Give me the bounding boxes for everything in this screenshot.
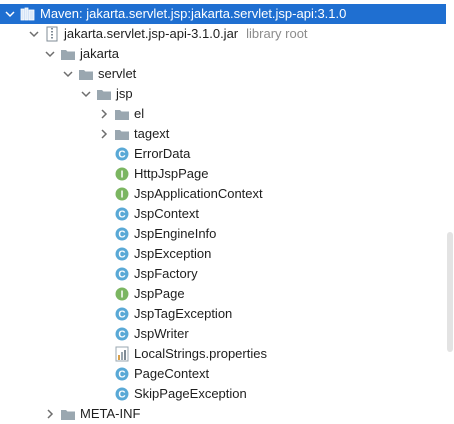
tree-node-package[interactable]: jsp — [0, 84, 454, 104]
class-icon: C — [114, 306, 130, 322]
collapse-arrow-icon[interactable] — [98, 124, 110, 144]
svg-text:C: C — [118, 270, 125, 281]
tree-node-class[interactable]: C JspTagException — [0, 304, 454, 324]
package-label: jakarta — [80, 46, 120, 61]
tree-node-class[interactable]: C JspEngineInfo — [0, 224, 454, 244]
svg-text:C: C — [118, 310, 125, 321]
tree-node-interface[interactable]: I JspApplicationContext — [0, 184, 454, 204]
svg-text:C: C — [118, 230, 125, 241]
interface-icon: I — [114, 286, 130, 302]
package-folder-icon — [78, 66, 94, 82]
svg-text:C: C — [118, 330, 125, 341]
svg-text:C: C — [118, 150, 125, 161]
tree-item-label: ErrorData — [134, 146, 191, 161]
folder-icon — [60, 406, 76, 422]
tree-node-interface[interactable]: I HttpJspPage — [0, 164, 454, 184]
package-label: servlet — [98, 66, 137, 81]
library-icon — [20, 6, 36, 22]
class-icon: C — [114, 246, 130, 262]
tree-item-label: PageContext — [134, 366, 210, 381]
tree-node-package[interactable]: jakarta — [0, 44, 454, 64]
package-folder-icon — [96, 86, 112, 102]
package-folder-icon — [114, 106, 130, 122]
tree-item-label: JspException — [134, 246, 212, 261]
tree-node-class[interactable]: C ErrorData — [0, 144, 454, 164]
class-icon: C — [114, 206, 130, 222]
svg-text:I: I — [121, 190, 124, 201]
tree-node-class[interactable]: C JspWriter — [0, 324, 454, 344]
jar-label: jakarta.servlet.jsp-api-3.1.0.jar — [64, 26, 239, 41]
class-icon: C — [114, 366, 130, 382]
tree-node-maven-library[interactable]: Maven: jakarta.servlet.jsp:jakarta.servl… — [0, 4, 450, 24]
tree-node-package[interactable]: tagext — [0, 124, 454, 144]
tree-node-package[interactable]: el — [0, 104, 454, 124]
tree-node-interface[interactable]: I JspPage — [0, 284, 454, 304]
tree-item-label: JspWriter — [134, 326, 189, 341]
tree-item-label: JspContext — [134, 206, 200, 221]
package-label: jsp — [116, 86, 133, 101]
tree-node-class[interactable]: C JspContext — [0, 204, 454, 224]
library-label: Maven: jakarta.servlet.jsp:jakarta.servl… — [40, 6, 347, 21]
svg-text:C: C — [118, 370, 125, 381]
expand-arrow-icon[interactable] — [62, 64, 74, 84]
project-tree: Maven: jakarta.servlet.jsp:jakarta.servl… — [0, 0, 450, 421]
svg-text:I: I — [121, 170, 124, 181]
tree-node-jar[interactable]: jakarta.servlet.jsp-api-3.1.0.jar librar… — [0, 24, 454, 44]
package-label: tagext — [134, 126, 170, 141]
tree-node-class[interactable]: C SkipPageException — [0, 384, 454, 404]
svg-text:C: C — [118, 390, 125, 401]
tree-item-label: JspApplicationContext — [134, 186, 263, 201]
package-label: el — [134, 106, 145, 121]
class-icon: C — [114, 326, 130, 342]
scrollbar-thumb[interactable] — [447, 232, 453, 352]
expand-arrow-icon[interactable] — [4, 4, 16, 24]
vertical-scrollbar[interactable] — [446, 0, 454, 410]
collapse-arrow-icon[interactable] — [44, 404, 56, 424]
folder-label: META-INF — [80, 406, 141, 421]
tree-node-class[interactable]: C JspException — [0, 244, 454, 264]
class-icon: C — [114, 226, 130, 242]
jar-icon — [44, 26, 60, 42]
expand-arrow-icon[interactable] — [44, 44, 56, 64]
tree-node-properties-file[interactable]: LocalStrings.properties — [0, 344, 454, 364]
tree-item-label: JspFactory — [134, 266, 198, 281]
tree-item-label: LocalStrings.properties — [134, 346, 267, 361]
package-folder-icon — [60, 46, 76, 62]
svg-text:C: C — [118, 250, 125, 261]
expand-arrow-icon[interactable] — [80, 84, 92, 104]
tree-item-label: HttpJspPage — [134, 166, 209, 181]
tree-node-class[interactable]: C PageContext — [0, 364, 454, 384]
tree-item-label: JspPage — [134, 286, 185, 301]
properties-file-icon — [114, 346, 130, 362]
class-icon: C — [114, 386, 130, 402]
class-icon: C — [114, 146, 130, 162]
package-folder-icon — [114, 126, 130, 142]
interface-icon: I — [114, 186, 130, 202]
svg-text:I: I — [121, 290, 124, 301]
tree-node-meta-inf[interactable]: META-INF — [0, 404, 454, 424]
collapse-arrow-icon[interactable] — [98, 104, 110, 124]
tree-node-package[interactable]: servlet — [0, 64, 454, 84]
class-icon: C — [114, 266, 130, 282]
svg-text:C: C — [118, 210, 125, 221]
tree-node-class[interactable]: C JspFactory — [0, 264, 454, 284]
interface-icon: I — [114, 166, 130, 182]
library-root-hint: library root — [246, 26, 308, 41]
expand-arrow-icon[interactable] — [28, 24, 40, 44]
tree-item-label: JspTagException — [134, 306, 233, 321]
tree-item-label: JspEngineInfo — [134, 226, 217, 241]
tree-item-label: SkipPageException — [134, 386, 247, 401]
